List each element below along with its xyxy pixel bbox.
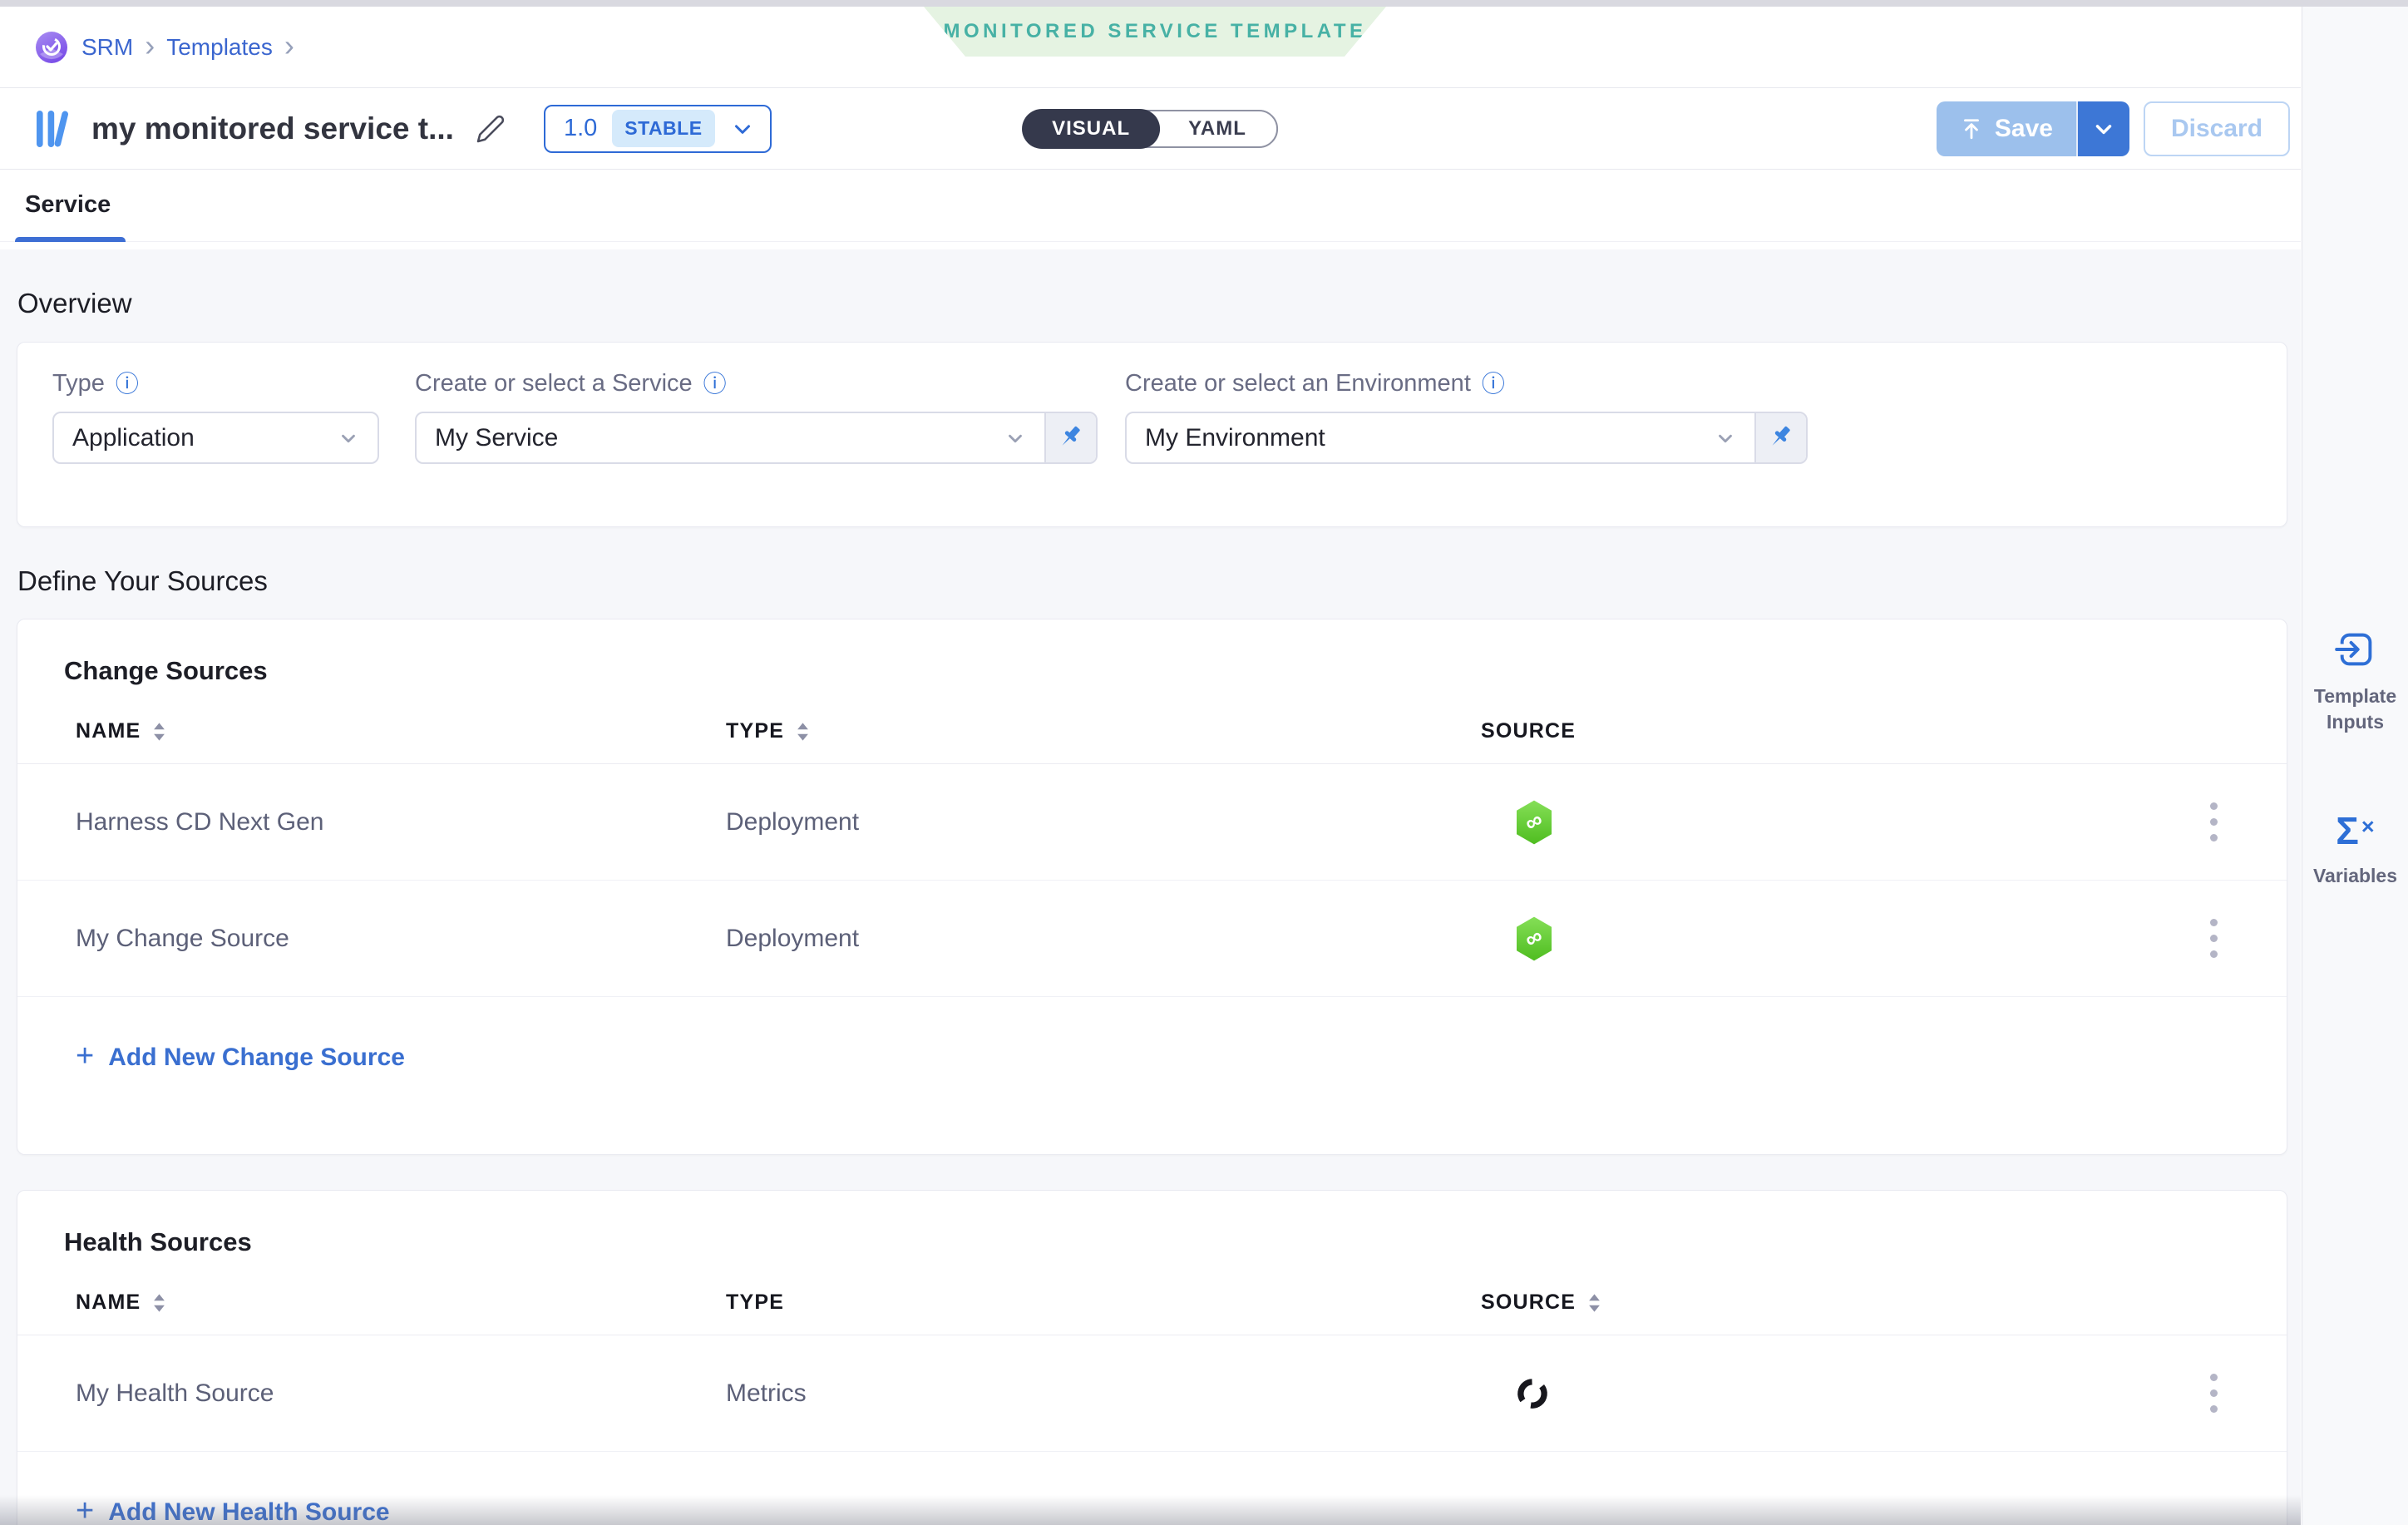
pin-environment-button[interactable] xyxy=(1754,413,1806,462)
change-source-name: Harness CD Next Gen xyxy=(76,808,726,837)
app-window: MONITORED SERVICE TEMPLATE SRM › Templat… xyxy=(0,0,2408,1525)
chevron-down-icon xyxy=(730,116,755,141)
type-select[interactable]: Application xyxy=(52,412,379,464)
service-label: Create or select a Service xyxy=(415,370,693,397)
appdynamics-icon xyxy=(1481,1375,2188,1412)
version-status-badge: STABLE xyxy=(612,110,714,147)
table-row[interactable]: My Change Source Deployment ∞ xyxy=(17,881,2287,997)
harness-cd-icon: ∞ xyxy=(1481,799,2188,846)
define-sources-heading: Define Your Sources xyxy=(17,565,2301,597)
harness-cd-icon: ∞ xyxy=(1481,915,2188,962)
info-icon[interactable]: ⓘ xyxy=(703,373,727,396)
chevron-down-icon xyxy=(2091,116,2116,141)
save-button[interactable]: Save xyxy=(1937,101,2076,156)
row-menu-button[interactable] xyxy=(2190,910,2237,968)
tab-bar: Service xyxy=(0,170,2301,242)
chevron-right-icon: › xyxy=(284,31,294,64)
pin-service-button[interactable] xyxy=(1044,413,1096,462)
variables-icon: Σ× xyxy=(2336,807,2374,850)
tab-yaml[interactable]: YAML xyxy=(1158,117,1276,141)
pushpin-icon xyxy=(1057,424,1085,452)
variables-button[interactable]: Σ× Variables xyxy=(2302,807,2408,889)
service-select[interactable]: My Service xyxy=(417,413,1044,462)
change-source-type: Deployment xyxy=(726,808,1481,837)
info-icon[interactable]: ⓘ xyxy=(1482,373,1505,396)
sort-icon xyxy=(796,722,810,742)
environment-select[interactable]: My Environment xyxy=(1127,413,1754,462)
type-label: Type xyxy=(52,370,105,397)
change-source-type: Deployment xyxy=(726,925,1481,953)
table-row[interactable]: Harness CD Next Gen Deployment ∞ xyxy=(17,764,2287,881)
health-sources-title: Health Sources xyxy=(64,1227,2287,1257)
version-selector[interactable]: 1.0 STABLE xyxy=(544,105,772,153)
chevron-right-icon: › xyxy=(145,31,155,64)
overview-card: Type ⓘ Application Create or select a Se… xyxy=(17,342,2287,527)
chevron-down-icon xyxy=(1004,427,1026,449)
plus-icon: + xyxy=(76,1040,94,1075)
srm-logo-icon xyxy=(35,31,68,64)
page-title: my monitored service t... xyxy=(91,111,454,146)
health-sources-header: NAME TYPE SOURCE xyxy=(17,1291,2287,1335)
page-header: my monitored service t... 1.0 STABLE VIS… xyxy=(0,88,2301,170)
sort-icon xyxy=(1587,1293,1601,1313)
upload-icon xyxy=(1960,117,1983,141)
main-column: MONITORED SERVICE TEMPLATE SRM › Templat… xyxy=(0,7,2301,1525)
sort-icon xyxy=(152,722,166,742)
column-header-name[interactable]: NAME xyxy=(76,719,726,743)
right-rail: Template Inputs Σ× Variables xyxy=(2302,7,2408,1525)
add-new-health-source-button[interactable]: + Add New Health Source xyxy=(76,1495,390,1525)
sort-icon xyxy=(152,1293,166,1313)
column-header-source[interactable]: SOURCE xyxy=(1481,1291,2188,1315)
breadcrumb-link-srm[interactable]: SRM xyxy=(81,34,133,61)
change-sources-title: Change Sources xyxy=(64,656,2287,686)
discard-button[interactable]: Discard xyxy=(2144,101,2290,156)
environment-label: Create or select an Environment xyxy=(1125,370,1471,397)
column-header-type: TYPE xyxy=(726,1291,1481,1315)
health-source-name: My Health Source xyxy=(76,1379,726,1408)
overview-heading: Overview xyxy=(17,288,2301,319)
column-header-source: SOURCE xyxy=(1481,719,2188,743)
version-number: 1.0 xyxy=(564,115,597,142)
monitored-service-template-badge: MONITORED SERVICE TEMPLATE xyxy=(924,7,1386,57)
plus-icon: + xyxy=(76,1495,94,1525)
edit-title-button[interactable] xyxy=(476,114,506,144)
type-field: Type ⓘ Application xyxy=(52,370,379,499)
save-options-button[interactable] xyxy=(2076,101,2129,156)
active-tab-underline xyxy=(15,237,126,242)
chevron-down-icon xyxy=(338,427,359,449)
change-sources-card: Change Sources NAME TYPE SOURCE xyxy=(17,619,2287,1155)
service-tab-content: Overview Type ⓘ Application xyxy=(0,249,2301,1525)
table-row[interactable]: My Health Source Metrics xyxy=(17,1335,2287,1452)
template-library-icon xyxy=(32,106,76,151)
tab-service[interactable]: Service xyxy=(25,191,111,219)
service-field: Create or select a Service ⓘ My Service xyxy=(415,370,1098,499)
breadcrumb-link-templates[interactable]: Templates xyxy=(166,34,273,61)
health-sources-card: Health Sources NAME TYPE SOURCE xyxy=(17,1190,2287,1525)
column-header-type[interactable]: TYPE xyxy=(726,719,1481,743)
change-sources-header: NAME TYPE SOURCE xyxy=(17,719,2287,764)
health-source-type: Metrics xyxy=(726,1379,1481,1408)
chevron-down-icon xyxy=(1715,427,1736,449)
change-source-name: My Change Source xyxy=(76,925,726,953)
header-actions: Save Discard xyxy=(1937,101,2290,156)
column-header-name[interactable]: NAME xyxy=(76,1291,726,1315)
environment-field: Create or select an Environment ⓘ My Env… xyxy=(1125,370,1808,499)
template-inputs-button[interactable]: Template Inputs xyxy=(2302,629,2408,735)
row-menu-button[interactable] xyxy=(2190,793,2237,851)
row-menu-button[interactable] xyxy=(2190,1365,2237,1423)
info-icon[interactable]: ⓘ xyxy=(116,373,139,396)
tab-visual[interactable]: VISUAL xyxy=(1022,109,1160,149)
add-new-change-source-button[interactable]: + Add New Change Source xyxy=(76,1040,405,1075)
pushpin-icon xyxy=(1767,424,1795,452)
visual-yaml-toggle: VISUAL YAML xyxy=(1022,110,1278,148)
template-inputs-icon xyxy=(2335,629,2376,670)
window-top-edge xyxy=(0,0,2408,7)
